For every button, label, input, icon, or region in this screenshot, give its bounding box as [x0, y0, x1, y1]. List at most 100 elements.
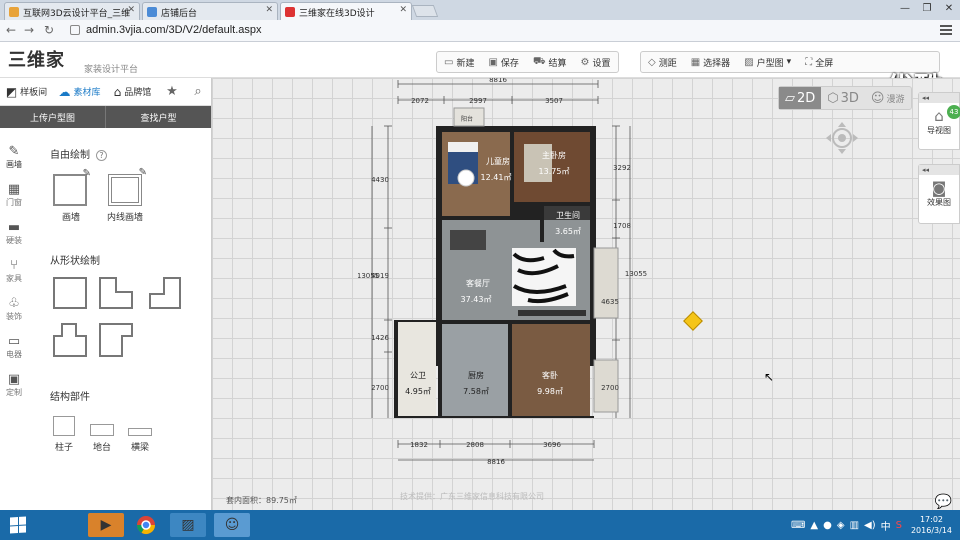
draw-wall-tool[interactable]: ✎ [53, 168, 91, 206]
tab-label: 品牌馆 [124, 88, 152, 98]
category-custom[interactable]: ▣ 定制 [0, 366, 28, 404]
sogou-icon[interactable]: S [896, 520, 902, 531]
site-favicon-icon [147, 7, 157, 17]
guide-panel[interactable]: ◂◂ ⌂ 导视图 43 [918, 92, 960, 150]
fullscreen-icon: ⛶ [805, 56, 813, 68]
media-player-icon[interactable]: ▶ [88, 513, 124, 537]
forward-arrow-icon[interactable]: → [24, 23, 34, 37]
network-icon[interactable]: ▥ [850, 520, 859, 531]
category-decoration[interactable]: ♧ 装饰 [0, 290, 28, 328]
volume-icon[interactable]: ◀) [864, 520, 876, 531]
room-area: 9.98㎡ [537, 387, 563, 396]
category-appliances[interactable]: ▭ 电器 [0, 328, 28, 366]
avatar-app-icon[interactable]: ☺ [214, 513, 250, 537]
view-label: 3D [840, 90, 859, 106]
view-3d-button[interactable]: ⬡ 3D [821, 87, 865, 109]
new-label: 新建 [456, 58, 475, 69]
floorplan-button[interactable]: ▨ 户型图 ▾ [737, 52, 798, 72]
chrome-icon[interactable] [128, 513, 164, 537]
bottom-dimensions: 1832 2808 3696 8816 [397, 440, 595, 466]
reload-icon[interactable]: ↻ [44, 23, 54, 37]
fullscreen-button[interactable]: ⛶ 全屏 [798, 52, 840, 72]
help-icon[interactable]: ? [96, 150, 107, 161]
cloud-icon: ☁ [58, 84, 71, 99]
pillar-tool[interactable] [53, 416, 75, 436]
minimize-button[interactable]: — [894, 0, 916, 20]
site-favicon-icon [9, 7, 19, 17]
search-icon[interactable]: ⌕ [185, 78, 211, 105]
browser-tab-bar: 互联网3D云设计平台_三维 ✕ 店铺后台 ✕ 三维家在线3D设计 ✕ — ❐ ✕ [0, 0, 960, 20]
step-shape-tool[interactable] [149, 277, 181, 309]
find-floorplan-button[interactable]: 查找户型 [105, 106, 211, 128]
l-shape-tool[interactable] [99, 277, 133, 309]
t-shape-tool[interactable] [53, 323, 87, 357]
save-button[interactable]: ▣ 保存 [481, 52, 525, 72]
room-name: 客餐厅 [466, 278, 490, 288]
tab-sample-rooms[interactable]: ◩ 样板间 [0, 78, 53, 105]
draw-wall-label: 画墙 [61, 213, 80, 223]
room-name: 卫生间 [556, 210, 580, 220]
design-canvas[interactable]: 8816 2072 2997 3507 13055 4430 4019 1426… [212, 78, 960, 510]
shape-draw-heading: 从形状绘制 [50, 256, 100, 267]
chair-icon: ⑂ [10, 257, 18, 273]
category-furniture[interactable]: ⑂ 家具 [0, 252, 28, 290]
clock[interactable]: 17:02 2016/3/14 [911, 514, 952, 536]
render-panel[interactable]: ◂◂ ◙ 效果图 [918, 164, 960, 224]
start-button[interactable] [10, 516, 26, 534]
collapse-icon[interactable]: ◂◂ [919, 93, 959, 103]
qq-icon[interactable]: ● [823, 520, 832, 531]
platform-tool[interactable] [90, 424, 114, 436]
view-2d-button[interactable]: ▱ 2D [779, 87, 822, 109]
category-label: 装饰 [6, 311, 22, 321]
category-doors-windows[interactable]: ▦ 门窗 [0, 176, 28, 214]
notch-shape-tool[interactable] [99, 323, 133, 357]
rect-shape-tool[interactable] [53, 277, 87, 309]
inner-wall-tool[interactable]: ✎ [108, 167, 147, 206]
ime-lang-indicator[interactable]: 中 [881, 518, 891, 533]
browser-tab-active[interactable]: 三维家在线3D设计 ✕ [280, 2, 412, 20]
close-icon[interactable]: ✕ [265, 5, 273, 15]
arrow-up-icon[interactable]: ▲ [810, 520, 818, 531]
chevron-down-icon: ▾ [786, 57, 792, 67]
selector-button[interactable]: ▦ 选择器 [684, 52, 737, 72]
roller-icon: ▬ [7, 219, 21, 235]
category-draw-wall[interactable]: ✎ 画墙 [0, 138, 28, 176]
checkout-button[interactable]: ⛟ 结算 [526, 52, 574, 72]
new-button[interactable]: ▭ 新建 [437, 52, 481, 72]
favorite-icon[interactable]: ★ [159, 78, 185, 105]
new-tab-button[interactable] [411, 5, 439, 17]
tab-materials[interactable]: ☁ 素材库 [53, 78, 106, 105]
chat-icon[interactable]: 💬 [935, 494, 952, 510]
beam-tool[interactable] [128, 428, 152, 436]
keyboard-icon[interactable]: ⌨ [791, 520, 805, 531]
photo-viewer-icon[interactable]: ▨ [170, 513, 206, 537]
inner-wall-label: 内线画墙 [106, 213, 143, 223]
platform-label: 地台 [92, 443, 111, 453]
close-window-button[interactable]: ✕ [938, 0, 960, 20]
shield-icon[interactable]: ◈ [837, 520, 845, 531]
maximize-button[interactable]: ❐ [916, 0, 938, 20]
dim-right-outer: 13055 [625, 270, 647, 278]
view-mode-toggle: ▱ 2D ⬡ 3D ☺ 漫游 [778, 86, 912, 110]
pan-control[interactable] [824, 120, 860, 156]
close-icon[interactable]: ✕ [127, 5, 135, 15]
browser-tab[interactable]: 店铺后台 ✕ [142, 2, 278, 20]
collapse-icon[interactable]: ◂◂ [919, 165, 959, 175]
upload-floorplan-button[interactable]: 上传户型图 [0, 106, 105, 128]
guide-badge: 43 [947, 105, 960, 119]
browser-menu-icon[interactable] [940, 25, 952, 37]
category-hard-decor[interactable]: ▬ 硬装 [0, 214, 28, 252]
measure-button[interactable]: ◇ 测距 [641, 52, 684, 72]
pencil-icon: ✎ [82, 168, 91, 179]
walkthrough-button[interactable]: ☺ 漫游 [865, 87, 911, 109]
url-field[interactable]: admin.3vjia.com/3D/V2/default.aspx [86, 24, 261, 36]
category-label: 硬装 [6, 235, 22, 245]
browser-tab[interactable]: 互联网3D云设计平台_三维 ✕ [4, 2, 140, 20]
floor-plan[interactable]: 8816 2072 2997 3507 13055 4430 4019 1426… [358, 78, 778, 418]
dim-right-seg: 2700 [601, 384, 619, 392]
tab-brands[interactable]: ⌂ 品牌馆 [106, 78, 159, 105]
close-icon[interactable]: ✕ [399, 5, 407, 15]
dim-bottom-seg: 3696 [543, 441, 561, 449]
settings-button[interactable]: ⚙ 设置 [574, 52, 618, 72]
back-arrow-icon[interactable]: ← [6, 23, 16, 37]
